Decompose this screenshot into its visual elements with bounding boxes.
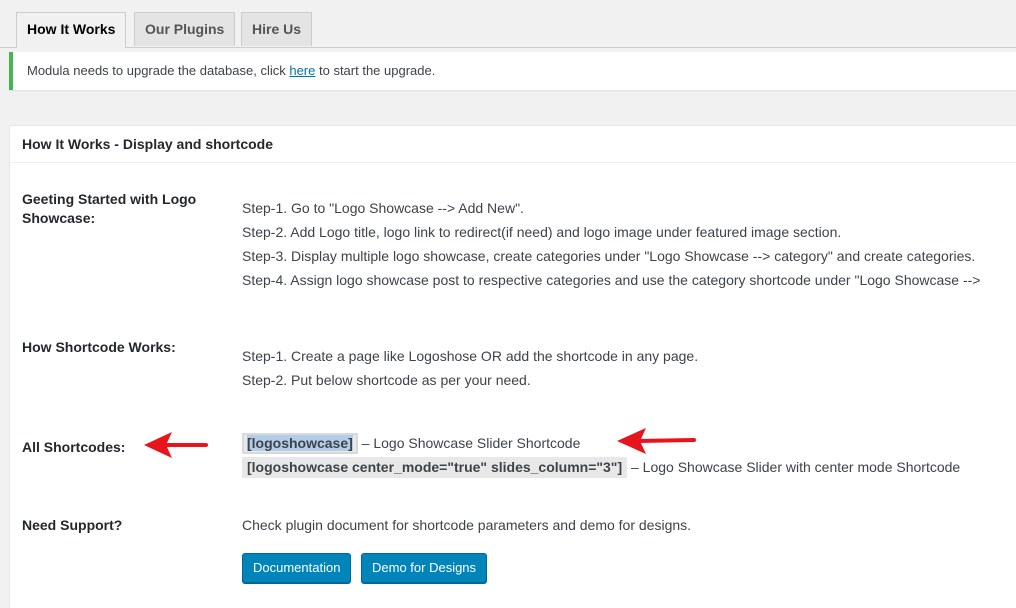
getting-started-step-3: Step-3. Display multiple logo showcase, …: [242, 248, 976, 264]
shortcode-row-1: [logoshowcase] – Logo Showcase Slider Sh…: [242, 431, 580, 455]
shortcode-row-2: [logoshowcase center_mode="true" slides_…: [242, 455, 960, 479]
shortcode-desc-2: – Logo Showcase Slider with center mode …: [627, 459, 961, 475]
tab-how-it-works[interactable]: How It Works: [16, 12, 127, 48]
arrow-left-icon: [617, 428, 696, 454]
panel-title: How It Works - Display and shortcode: [10, 126, 1016, 163]
tab-hire-us[interactable]: Hire Us: [241, 12, 313, 46]
how-it-works-panel: How It Works - Display and shortcode Gee…: [9, 125, 1016, 608]
shortcode-code-2[interactable]: [logoshowcase center_mode="true" slides_…: [242, 457, 628, 478]
getting-started-step-1: Step-1. Go to "Logo Showcase --> Add New…: [242, 200, 524, 216]
need-support-label: Need Support?: [22, 517, 123, 533]
getting-started-step-4: Step-4. Assign logo showcase post to res…: [242, 272, 981, 288]
upgrade-link[interactable]: here: [289, 63, 315, 78]
getting-started-label: Geeting Started with Logo Showcase:: [22, 191, 197, 226]
documentation-button[interactable]: Documentation: [242, 553, 352, 583]
tab-our-plugins[interactable]: Our Plugins: [134, 12, 236, 46]
need-support-text: Check plugin document for shortcode para…: [242, 517, 692, 533]
demo-for-designs-button[interactable]: Demo for Designs: [361, 553, 488, 583]
how-shortcode-step-2: Step-2. Put below shortcode as per your …: [242, 372, 531, 388]
shortcode-desc-1: – Logo Showcase Slider Shortcode: [357, 435, 581, 451]
upgrade-notice: Modula needs to upgrade the database, cl…: [9, 52, 1016, 90]
tab-bar: How It Works Our Plugins Hire Us: [0, 0, 1016, 48]
notice-text-before: Modula needs to upgrade the database, cl…: [27, 63, 290, 78]
how-shortcode-step-1: Step-1. Create a page like Logoshose OR …: [242, 348, 699, 364]
shortcode-code-1-text: [logoshowcase]: [247, 435, 353, 451]
getting-started-step-2: Step-2. Add Logo title, logo link to red…: [242, 224, 842, 240]
shortcode-code-1[interactable]: [logoshowcase]: [242, 433, 358, 454]
notice-text-after: to start the upgrade.: [315, 63, 436, 78]
arrow-left-icon: [144, 432, 208, 458]
how-shortcode-label: How Shortcode Works:: [22, 339, 176, 355]
